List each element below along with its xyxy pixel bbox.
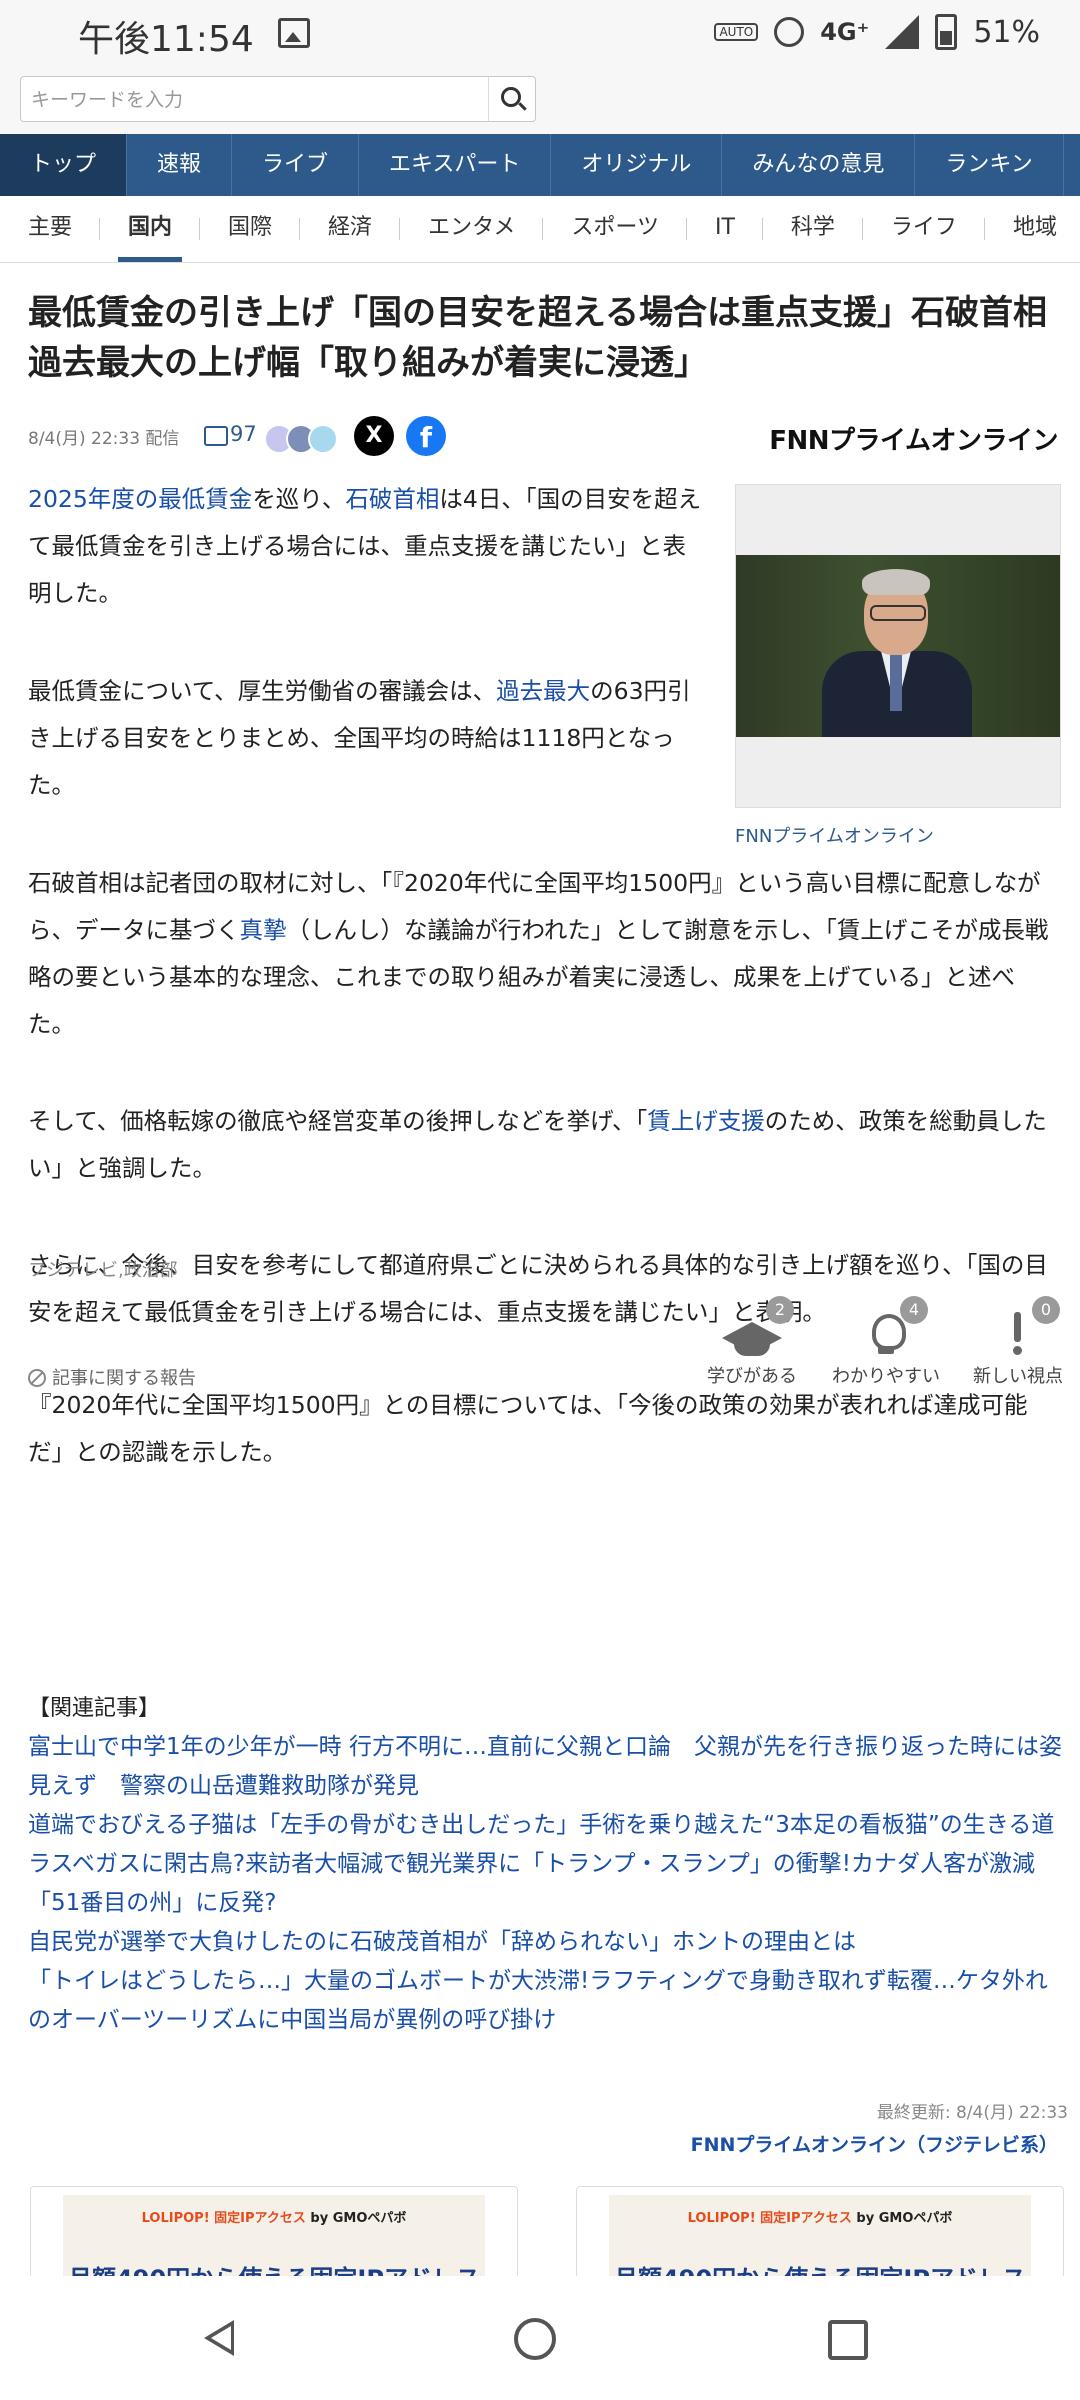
main-nav: トップ 速報 ライブ エキスパート オリジナル みんなの意見 ランキン [0,134,1080,196]
publish-date: 8/4(月) 22:33 配信 [28,429,180,449]
keyword-link[interactable]: 2025年度の最低賃金 [28,485,252,513]
related-link[interactable]: 富士山で中学1年の少年が一時 行方不明に…直前に父親と口論 父親が先を行き振り返… [28,1728,1068,1806]
paragraph-text: 最低賃金について、厚生労働省の審議会は、 [28,677,497,705]
battery-icon [935,14,958,50]
reaction-learn-button[interactable]: 2 学びがある [692,1296,812,1388]
alarm-icon [774,17,805,47]
search-icon [501,87,521,107]
paragraph-2: 最低賃金について、厚生労働省の審議会は、過去最大の63円引き上げる目安をとりまと… [28,668,708,809]
back-icon[interactable] [204,2320,234,2356]
source-logo[interactable]: FNNプライムオンライン [769,420,1058,457]
exclamation-icon [958,1304,1078,1356]
related-heading: 【関連記事】 [28,1696,161,1721]
source-footer-link[interactable]: FNNプライムオンライン（フジテレビ系） [691,2130,1058,2157]
category-life[interactable]: ライフ [863,196,985,262]
search-button[interactable] [488,77,535,121]
article-headline: 最低賃金の引き上げ「国の目安を超える場合は重点支援」石破首相 過去最大の上げ幅「… [28,293,1080,383]
keyword-link[interactable]: 真摯 [240,916,287,944]
ad-brand: LOLIPOP! 固定IPアクセス by GMOペパボ [63,2207,485,2226]
search-bar [0,64,1080,134]
avatar [308,424,338,454]
keyword-link[interactable]: 過去最大 [496,677,590,705]
article-photo[interactable] [735,484,1061,808]
related-link[interactable]: 自民党が選挙で大負けしたのに石破茂首相が「辞められない」ホントの理由とは [28,1923,1068,1962]
comment-icon[interactable] [204,426,228,446]
reaction-clear-button[interactable]: 4 わかりやすい [826,1296,946,1388]
x-share-icon[interactable]: X [354,416,394,456]
related-link[interactable]: 道端でおびえる子猫は「左手の骨がむき出しだった」手術を乗り越えた“3本足の看板猫… [28,1806,1068,1845]
paragraph-1: 2025年度の最低賃金を巡り、石破首相は4日、「国の目安を超えて最低賃金を引き上… [28,476,708,617]
tab-breaking[interactable]: 速報 [127,134,233,196]
related-link[interactable]: ラスベガスに閑古鳥?来訪者大幅減で観光業界に「トランプ・スランプ」の衝撃!カナダ… [28,1845,1068,1923]
keyword-link[interactable]: 石破首相 [345,485,439,513]
category-main[interactable]: 主要 [0,196,101,262]
tab-expert[interactable]: エキスパート [359,134,552,196]
commenter-avatars [264,424,338,454]
image-notification-icon [278,18,310,48]
category-it[interactable]: IT [687,196,763,262]
tab-top[interactable]: トップ [0,134,128,196]
category-region[interactable]: 地域 [985,196,1080,262]
category-domestic[interactable]: 国内 [100,196,201,262]
category-sports[interactable]: スポーツ [543,196,687,262]
home-icon[interactable] [514,2318,556,2360]
paragraph-3: 石破首相は記者団の取材に対し、「『2020年代に全国平均1500円』という高い目… [28,860,1058,1048]
paragraph-6: 『2020年代に全国平均1500円』との目標については、「今後の政策の効果が表れ… [28,1391,1028,1466]
keyword-link[interactable]: 賃上げ支援 [647,1107,765,1135]
photo-image [736,555,1060,737]
status-bar: 午後11:54 AUTO 4G⁺ 51% [0,0,1080,64]
reaction-label: 新しい視点 [973,1366,1063,1387]
category-entertainment[interactable]: エンタメ [400,196,544,262]
report-link[interactable]: 記事に関する報告 [28,1364,196,1390]
paragraph-text: そして、価格転嫁の徹底や経営変革の後押しなどを挙げ、「 [28,1107,648,1135]
lightbulb-icon [826,1304,946,1356]
comment-count[interactable]: 97 [230,422,257,446]
related-link[interactable]: 「トイレはどうしたら…」大量のゴムボートが大渋滞!ラフティングで身動き取れず転覆… [28,1962,1068,2040]
photo-caption: FNNプライムオンライン [735,826,934,847]
tab-live[interactable]: ライブ [232,134,360,196]
system-nav-bar [0,2276,1080,2400]
reaction-label: わかりやすい [832,1366,940,1387]
last-updated: 最終更新: 8/4(月) 22:33 [876,2103,1068,2123]
paragraph-4: そして、価格転嫁の徹底や経営変革の後押しなどを挙げ、「賃上げ支援のため、政策を総… [28,1098,1058,1192]
graduation-cap-icon [692,1304,812,1356]
tab-ranking[interactable]: ランキン [915,134,1064,196]
ad-brand-name: LOLIPOP! 固定IPアクセス [141,2211,306,2226]
signal-icon [885,15,920,49]
network-type: 4G⁺ [820,18,870,46]
category-international[interactable]: 国際 [200,196,301,262]
category-nav: 主要 国内 国際 経済 エンタメ スポーツ IT 科学 ライフ 地域 [0,196,1080,263]
status-time: 午後11:54 [78,19,254,60]
status-icons: AUTO 4G⁺ 51% [714,14,1040,50]
related-articles: 【関連記事】 富士山で中学1年の少年が一時 行方不明に…直前に父親と口論 父親が… [28,1690,1068,2040]
battery-percent: 51% [973,14,1040,50]
ad-brand-sub: by GMOペパボ [856,2211,953,2226]
recent-apps-icon[interactable] [828,2320,868,2360]
paragraph-text: を巡り、 [252,485,346,513]
tab-original[interactable]: オリジナル [551,134,723,196]
tab-opinions[interactable]: みんなの意見 [722,134,916,196]
reaction-new-view-button[interactable]: 0 新しい視点 [958,1296,1078,1388]
category-science[interactable]: 科学 [763,196,863,262]
facebook-share-icon[interactable]: f [406,416,446,456]
article-meta: 8/4(月) 22:33 配信 97 X f FNNプライムオンライン [28,410,1058,466]
article-credit: フジテレビ,政治部 [28,1260,178,1281]
search-input[interactable] [29,85,483,115]
ad-brand: LOLIPOP! 固定IPアクセス by GMOペパボ [609,2207,1031,2226]
auto-brightness-icon: AUTO [714,23,759,41]
report-label: 記事に関する報告 [52,1368,196,1389]
ad-brand-name: LOLIPOP! 固定IPアクセス [687,2211,852,2226]
reaction-label: 学びがある [707,1366,797,1387]
search-box [20,76,536,122]
ad-brand-sub: by GMOペパボ [310,2211,407,2226]
report-icon [28,1369,46,1387]
category-economy[interactable]: 経済 [300,196,401,262]
